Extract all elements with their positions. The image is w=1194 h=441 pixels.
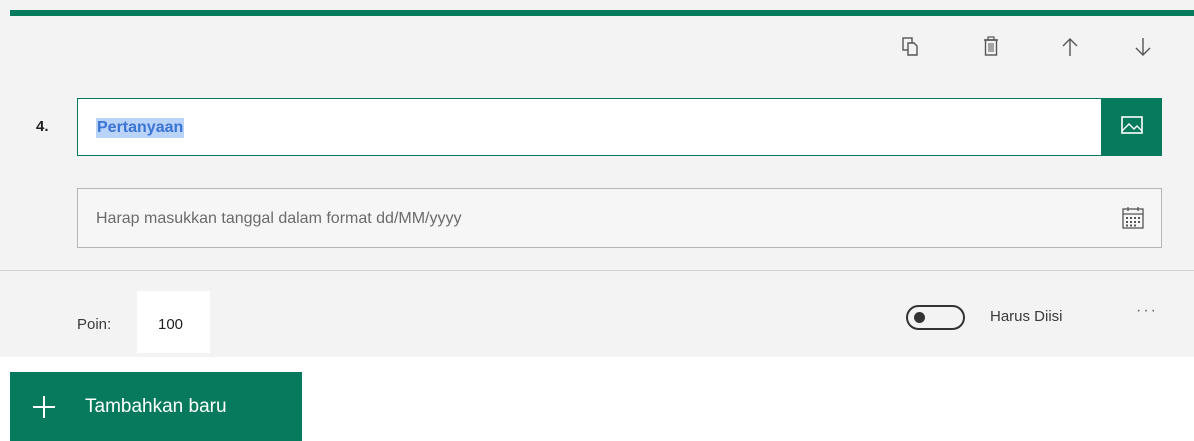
- move-down-button[interactable]: [1128, 32, 1158, 62]
- copy-button[interactable]: [896, 32, 926, 62]
- calendar-icon[interactable]: [1121, 206, 1145, 235]
- arrow-up-icon: [1061, 36, 1079, 58]
- date-placeholder: Harap masukkan tanggal dalam format dd/M…: [96, 210, 462, 227]
- card-accent-bar: [10, 10, 1194, 16]
- date-answer-field[interactable]: Harap masukkan tanggal dalam format dd/M…: [77, 188, 1162, 248]
- arrow-down-icon: [1134, 36, 1152, 58]
- question-title-value: Pertanyaan: [96, 118, 185, 138]
- points-label: Poin:: [77, 316, 112, 333]
- add-new-button[interactable]: Tambahkan baru: [10, 372, 302, 441]
- toggle-knob: [914, 312, 925, 323]
- move-up-button[interactable]: [1055, 32, 1085, 62]
- question-title-input[interactable]: Pertanyaan: [77, 98, 1102, 156]
- add-new-label: Tambahkan baru: [85, 396, 227, 417]
- delete-icon: [982, 36, 1000, 58]
- more-options-button[interactable]: ···: [1136, 302, 1166, 326]
- insert-image-button[interactable]: [1101, 98, 1162, 156]
- copy-icon: [901, 36, 921, 58]
- section-divider: [0, 270, 1194, 271]
- question-card: 4. Pertanyaan Harap masukkan tanggal dal…: [0, 0, 1194, 357]
- required-label: Harus Diisi: [990, 308, 1063, 325]
- points-input[interactable]: 100: [137, 291, 210, 353]
- image-icon: [1120, 115, 1143, 139]
- required-toggle[interactable]: [906, 305, 965, 330]
- question-number: 4.: [36, 118, 49, 135]
- plus-icon: [32, 395, 56, 424]
- points-value: 100: [158, 316, 184, 333]
- delete-button[interactable]: [976, 32, 1006, 62]
